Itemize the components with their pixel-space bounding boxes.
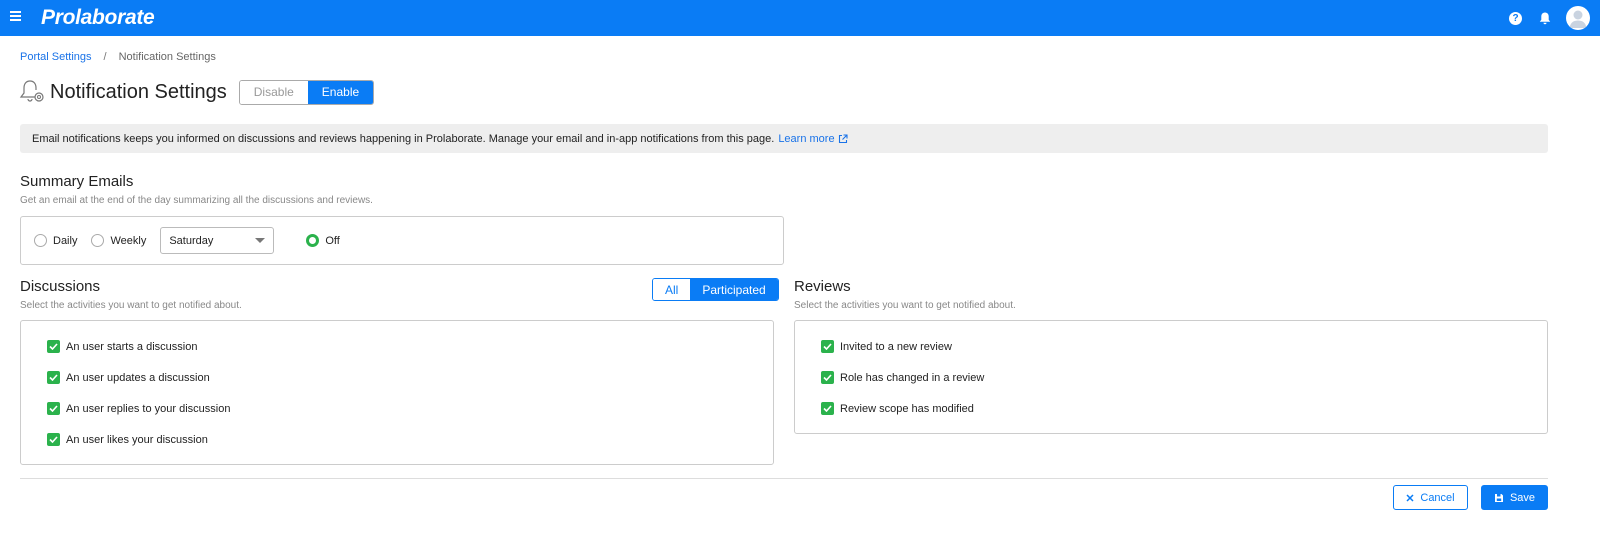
review-item[interactable]: Role has changed in a review [821,371,1547,384]
discussions-title: Discussions [20,278,101,295]
discussion-item[interactable]: An user likes your discussion [47,433,773,446]
checkbox-checked-icon[interactable] [821,402,834,415]
review-item[interactable]: Invited to a new review [821,340,1547,353]
discussion-item[interactable]: An user starts a discussion [47,340,773,353]
learn-more-label: Learn more [778,132,835,145]
summary-emails-title: Summary Emails [20,173,134,190]
review-item-label: Invited to a new review [840,340,952,353]
help-icon[interactable]: ? [1509,11,1522,25]
reviews-subtitle: Select the activities you want to get no… [794,300,1016,311]
reviews-header: Reviews Select the activities you want t… [794,278,1016,311]
discussion-item-label: An user replies to your discussion [66,402,231,415]
checkbox-checked-icon[interactable] [821,340,834,353]
discussion-item-label: An user likes your discussion [66,433,208,446]
radio-daily-label: Daily [53,234,78,247]
checkbox-checked-icon[interactable] [47,433,60,446]
info-banner: Email notifications keeps you informed o… [20,124,1548,153]
save-label: Save [1509,491,1536,504]
radio-off-circle[interactable] [306,234,320,247]
radio-weekly[interactable]: Weekly [91,234,146,247]
reviews-title: Reviews [794,278,851,295]
avatar-icon[interactable] [1566,6,1590,30]
enable-option[interactable]: Enable [307,80,374,104]
review-item[interactable]: Review scope has modified [821,402,1547,415]
breadcrumb: Portal Settings / Notification Settings [20,51,216,63]
weekday-select-value: Saturday [169,234,214,247]
bell-icon[interactable] [1538,11,1552,25]
discussions-scope-toggle: All Participated [652,278,779,301]
save-icon [1494,493,1504,503]
discussions-subtitle: Select the activities you want to get no… [20,300,242,311]
external-link-icon [838,133,848,143]
disable-option[interactable]: Disable [239,80,308,104]
notification-settings-icon [18,78,46,106]
radio-weekly-label: Weekly [110,234,147,247]
discussions-header: Discussions Select the activities you wa… [20,278,242,311]
footer-divider [20,478,1548,479]
discussion-item-label: An user starts a discussion [66,340,198,353]
learn-more-link[interactable]: Learn more [778,132,848,145]
checkbox-checked-icon[interactable] [821,371,834,384]
chevron-down-icon [255,238,266,243]
save-button[interactable]: Save [1481,485,1548,510]
radio-daily-circle[interactable] [34,234,47,247]
checkbox-checked-icon[interactable] [47,340,60,353]
review-item-label: Role has changed in a review [840,371,985,384]
cancel-label: Cancel [1420,491,1455,504]
checkbox-checked-icon[interactable] [47,371,60,384]
radio-weekly-circle[interactable] [91,234,105,247]
radio-off-label: Off [325,234,340,247]
breadcrumb-current: Notification Settings [118,51,216,63]
scope-toggle-group: All Participated [652,278,779,301]
review-item-label: Review scope has modified [840,402,974,415]
page-title: Notification Settings [50,80,227,103]
summary-emails-header: Summary Emails Get an email at the end o… [20,173,373,206]
breadcrumb-separator: / [103,51,107,63]
discussions-list: An user starts a discussion An user upda… [20,320,774,465]
discussion-item[interactable]: An user replies to your discussion [47,402,773,415]
summary-emails-options: Daily Weekly Saturday Off [20,216,784,265]
top-bar-actions: ? [1509,6,1590,30]
info-text: Email notifications keeps you informed o… [32,132,775,145]
radio-off[interactable]: Off [306,234,340,247]
top-bar: Prolaborate ? [0,0,1600,36]
summary-emails-subtitle: Get an email at the end of the day summa… [20,195,373,206]
breadcrumb-portal-settings[interactable]: Portal Settings [20,51,92,63]
brand-logo[interactable]: Prolaborate [41,6,155,30]
title-row: Notification Settings Disable Enable [18,78,375,106]
cancel-button[interactable]: Cancel [1393,485,1468,510]
menu-icon[interactable] [10,11,21,25]
close-icon [1406,493,1414,502]
scope-all-option[interactable]: All [653,279,691,300]
radio-daily[interactable]: Daily [34,234,77,247]
checkbox-checked-icon[interactable] [47,402,60,415]
notifications-enable-toggle: Disable Enable [238,79,375,105]
reviews-list: Invited to a new review Role has changed… [794,320,1548,434]
weekday-select[interactable]: Saturday [160,227,275,254]
discussion-item[interactable]: An user updates a discussion [47,371,773,384]
scope-participated-option[interactable]: Participated [690,279,778,300]
discussion-item-label: An user updates a discussion [66,371,210,384]
